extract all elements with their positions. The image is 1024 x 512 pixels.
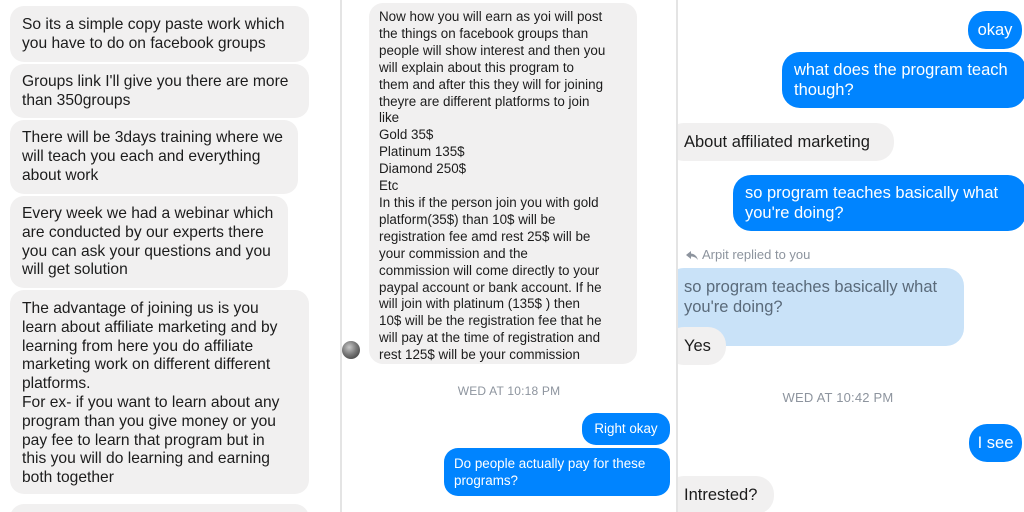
timestamp: WED AT 10:18 PM <box>457 384 561 398</box>
sender-avatar[interactable] <box>342 341 360 359</box>
chat-panel-left: So its a simple copy paste work which yo… <box>0 0 340 512</box>
reply-indicator-label: Arpit replied to you <box>702 247 811 262</box>
outgoing-message[interactable]: Do people actually pay for these program… <box>444 448 670 496</box>
outgoing-message[interactable]: okay <box>968 11 1022 49</box>
outgoing-message[interactable]: so program teaches basically what you're… <box>733 175 1024 231</box>
incoming-message[interactable]: Yes <box>678 327 726 365</box>
outgoing-message[interactable]: I see <box>969 424 1022 462</box>
outgoing-message[interactable]: what does the program teach though? <box>782 52 1024 108</box>
reply-indicator: Arpit replied to you <box>686 247 810 262</box>
outgoing-message[interactable]: Right okay <box>582 413 670 445</box>
incoming-message[interactable]: The advantage of joining us is you learn… <box>10 290 309 494</box>
incoming-message[interactable]: About affiliated marketing <box>678 123 894 161</box>
chat-panel-middle: Now how you will earn as yoi will post t… <box>342 0 676 512</box>
incoming-message[interactable]: Now how you will earn as yoi will post t… <box>369 3 637 364</box>
incoming-message[interactable]: Intrested? <box>678 476 774 512</box>
incoming-message[interactable]: There will be 3days training where we wi… <box>10 120 298 194</box>
reply-arrow-icon <box>686 251 698 260</box>
incoming-message[interactable]: So its a simple copy paste work which yo… <box>10 6 309 62</box>
chat-panel-right: okay what does the program teach though?… <box>678 0 1024 512</box>
incoming-message[interactable]: Groups link I'll give you there are more… <box>10 64 309 118</box>
timestamp: WED AT 10:42 PM <box>782 390 894 405</box>
incoming-message-partial <box>10 504 309 512</box>
incoming-message[interactable]: Every week we had a webinar which are co… <box>10 196 288 288</box>
